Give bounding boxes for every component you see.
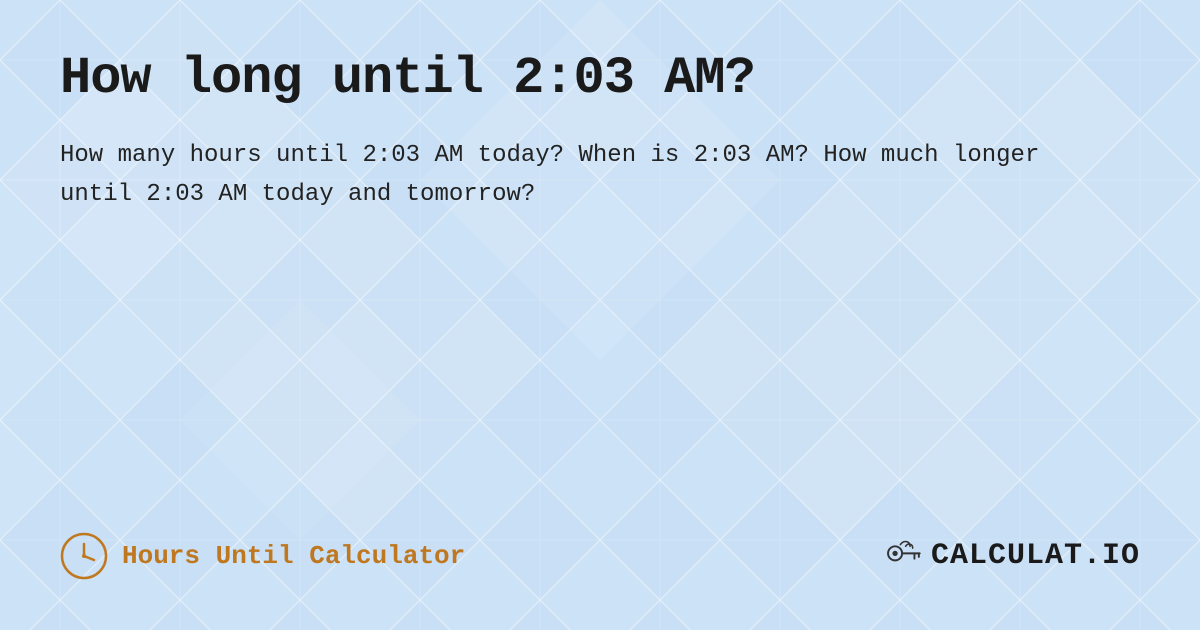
page-description: How many hours until 2:03 AM today? When… (60, 137, 1120, 214)
clock-icon (60, 532, 108, 580)
page-title: How long until 2:03 AM? (60, 50, 1140, 107)
logo-text: CALCULAT.IO (931, 539, 1140, 573)
footer-left: Hours Until Calculator (60, 532, 465, 580)
footer-calculator-label: Hours Until Calculator (122, 541, 465, 571)
logo-icon (881, 534, 925, 578)
footer: Hours Until Calculator CALCULAT.IO (60, 532, 1140, 590)
footer-logo: CALCULAT.IO (881, 534, 1140, 578)
